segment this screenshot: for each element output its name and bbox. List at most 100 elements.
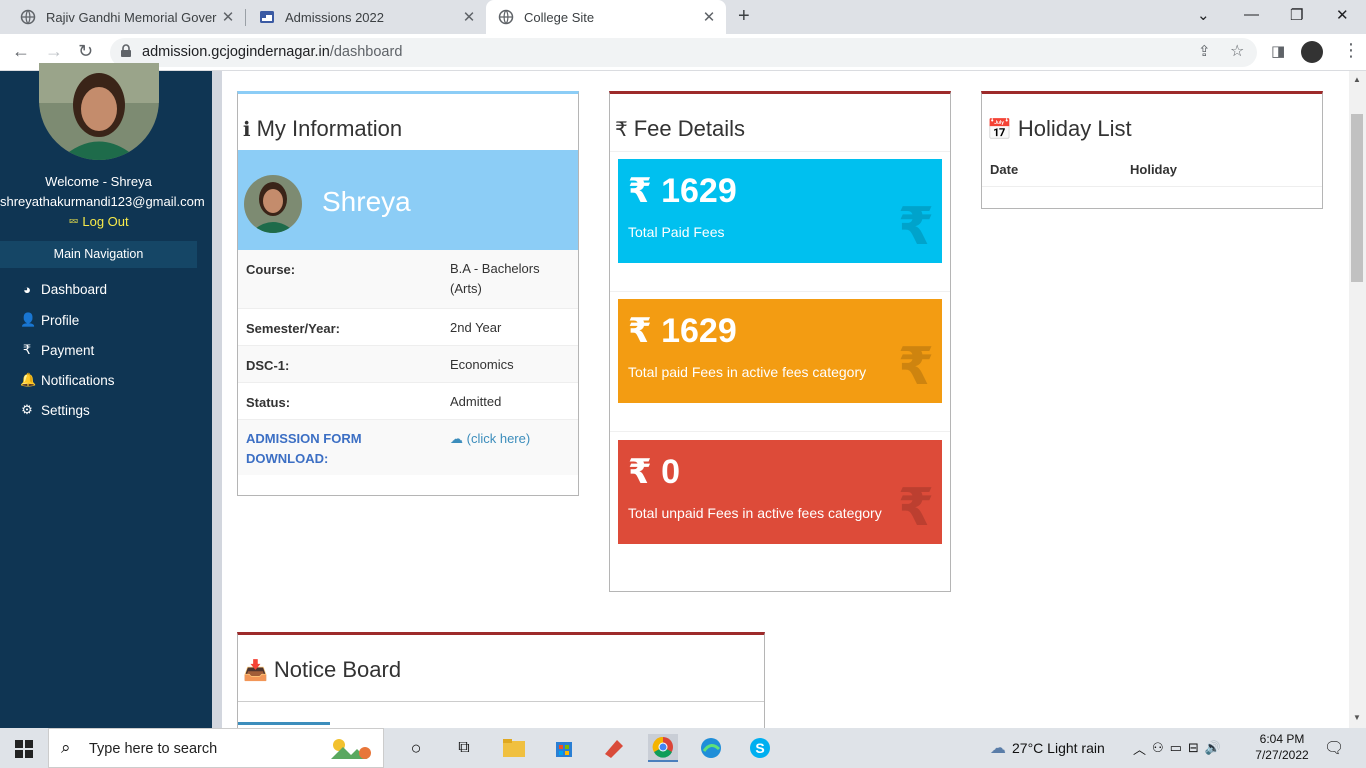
menu-icon[interactable]: ⋮ [1342, 40, 1360, 61]
holiday-list-title: 📅 Holiday List [987, 116, 1132, 141]
calendar-icon: 📅 [987, 118, 1012, 141]
fee-amount: ₹ 1629 [628, 172, 737, 210]
logout-link[interactable]: ⮹ Log Out [0, 214, 197, 230]
admission-form-download-link[interactable]: ☁ (click here) [450, 429, 530, 449]
scroll-down-icon[interactable]: ▼ [1353, 713, 1361, 722]
reload-icon[interactable]: ↻ [78, 41, 93, 62]
share-icon[interactable]: ⇪ [1198, 42, 1211, 60]
fee-label: Total unpaid Fees in active fees categor… [628, 505, 882, 521]
microsoft-store-icon[interactable] [550, 734, 578, 762]
chrome-icon[interactable] [648, 734, 678, 762]
search-placeholder: Type here to search [89, 741, 218, 757]
notice-tab-indicator [238, 722, 330, 725]
fee-card-total-paid: ₹ 1629 Total Paid Fees ₹ [618, 159, 942, 263]
rupee-icon: ₹ [897, 198, 934, 256]
volume-icon[interactable]: 🔊 [1205, 740, 1227, 756]
edge-icon[interactable] [697, 734, 725, 762]
forward-icon[interactable]: → [45, 41, 63, 62]
taskbar-search-box[interactable]: ⌕ Type here to search [48, 728, 384, 768]
close-tab-icon[interactable]: ✕ [458, 8, 480, 26]
my-information-title: ℹ My Information [243, 116, 403, 141]
dashboard-icon: ◕ [23, 282, 31, 297]
avatar [39, 63, 159, 160]
calendar-app-icon [259, 9, 275, 25]
sidebar-item-settings[interactable]: ⚙ Settings [20, 402, 90, 418]
weather-widget[interactable]: ☁ 27°C Light rain [990, 728, 1105, 768]
sidebar-gutter [212, 71, 222, 728]
scrollbar-thumb[interactable] [1351, 114, 1363, 282]
system-tray-icons[interactable]: ︿ ⚇ ▭ ⊟ 🔊 [1133, 728, 1227, 768]
tab-admissions-2022[interactable]: Admissions 2022 ✕ [246, 0, 486, 34]
cloud-rain-icon: ☁ [990, 740, 1006, 757]
sidebar-item-dashboard[interactable]: ◕ Dashboard [20, 282, 107, 297]
fee-card-active-paid: ₹ 1629 Total paid Fees in active fees ca… [618, 299, 942, 403]
holiday-col-holiday: Holiday [1130, 162, 1177, 177]
sidebar: Welcome - Shreya shreyathakurmandi123@gm… [0, 63, 212, 728]
bell-icon: 🔔 [20, 372, 37, 387]
minimize-icon[interactable]: — [1244, 6, 1259, 23]
notification-center-icon[interactable]: 🗨 [1324, 738, 1344, 758]
fee-details-title: ₹ Fee Details [615, 116, 746, 141]
skype-icon[interactable]: S [746, 734, 774, 762]
fee-amount: ₹ 1629 [628, 312, 737, 350]
tab-title: Rajiv Gandhi Memorial Governme [46, 9, 217, 25]
back-icon[interactable]: ← [12, 41, 30, 62]
paint-app-icon[interactable] [600, 734, 628, 762]
tab-search-icon[interactable]: ⌄ [1197, 6, 1210, 24]
page-scrollbar[interactable]: ▲ ▼ [1349, 71, 1366, 728]
globe-icon [20, 9, 36, 25]
people-icon[interactable]: ⚇ [1152, 740, 1170, 756]
student-name: Shreya [322, 186, 411, 217]
main-navigation-header: Main Navigation [0, 241, 197, 268]
battery-icon[interactable]: ▭ [1170, 740, 1188, 756]
profile-banner: Shreya [238, 150, 578, 250]
notice-board-box: 📥 Notice Board [237, 632, 765, 742]
info-circle-icon: ℹ [243, 118, 251, 141]
cloud-download-icon: ☁ [450, 431, 463, 446]
globe-icon [498, 9, 514, 25]
rupee-icon: ₹ [897, 338, 934, 396]
close-tab-icon[interactable]: ✕ [217, 8, 239, 26]
sidebar-item-payment[interactable]: ₹ Payment [20, 342, 94, 358]
url-text: admission.gcjogindernagar.in/dashboard [142, 44, 403, 60]
new-tab-button[interactable]: + [738, 5, 750, 28]
cortana-icon[interactable]: ○ [402, 734, 430, 762]
avatar [244, 175, 302, 233]
search-icon: ⌕ [61, 738, 71, 757]
network-icon[interactable]: ⊟ [1188, 740, 1205, 756]
address-toolbar: ← → ↻ admission.gcjogindernagar.in/dashb… [0, 34, 1366, 71]
info-row-course: Course: B.A - Bachelors (Arts) [238, 250, 578, 308]
fee-label: Total paid Fees in active fees category [628, 364, 867, 380]
sidebar-item-profile[interactable]: 👤 Profile [20, 312, 79, 328]
scroll-up-icon[interactable]: ▲ [1353, 75, 1361, 84]
my-information-box: ℹ My Information Shreya Course: B.A - Bach… [237, 91, 579, 496]
close-window-icon[interactable]: ✕ [1336, 6, 1349, 24]
holiday-col-date: Date [990, 162, 1019, 177]
tab-college-site[interactable]: College Site ✕ [486, 0, 726, 34]
fee-amount: ₹ 0 [628, 453, 681, 491]
restore-icon[interactable]: ❐ [1290, 6, 1303, 24]
chevron-up-icon[interactable]: ︿ [1133, 739, 1152, 758]
rupee-icon: ₹ [615, 118, 628, 141]
clock[interactable]: 6:04 PM 7/27/2022 [1252, 731, 1312, 763]
close-tab-icon[interactable]: ✕ [698, 8, 720, 26]
inbox-icon: 📥 [243, 659, 268, 682]
file-explorer-icon[interactable] [500, 734, 528, 762]
bookmark-star-icon[interactable]: ☆ [1230, 41, 1244, 61]
user-icon: 👤 [20, 312, 37, 327]
windows-taskbar: ⌕ Type here to search ○ ⧉ S ☁ 27°C Light … [0, 728, 1366, 768]
tab-title: College Site [524, 9, 595, 25]
side-panel-icon[interactable]: ◨ [1271, 42, 1285, 60]
browser-tab-bar: Rajiv Gandhi Memorial Governme ✕ Admissi… [0, 0, 1366, 34]
rupee-icon: ₹ [897, 479, 934, 537]
info-row-semester: Semester/Year: 2nd Year [238, 308, 578, 345]
task-view-icon[interactable]: ⧉ [450, 734, 478, 762]
address-bar[interactable]: admission.gcjogindernagar.in/dashboard ⇪… [110, 38, 1257, 67]
windows-start-icon[interactable] [15, 740, 33, 763]
weather-search-highlight-icon [327, 735, 373, 763]
profile-avatar-icon[interactable] [1301, 41, 1323, 63]
logout-icon: ⮹ [68, 214, 83, 229]
sidebar-item-notifications[interactable]: 🔔 Notifications [20, 372, 115, 388]
tab-rajiv-gandhi[interactable]: Rajiv Gandhi Memorial Governme ✕ [0, 0, 245, 34]
main-content: ℹ My Information Shreya Course: B.A - Bach… [222, 71, 1338, 742]
